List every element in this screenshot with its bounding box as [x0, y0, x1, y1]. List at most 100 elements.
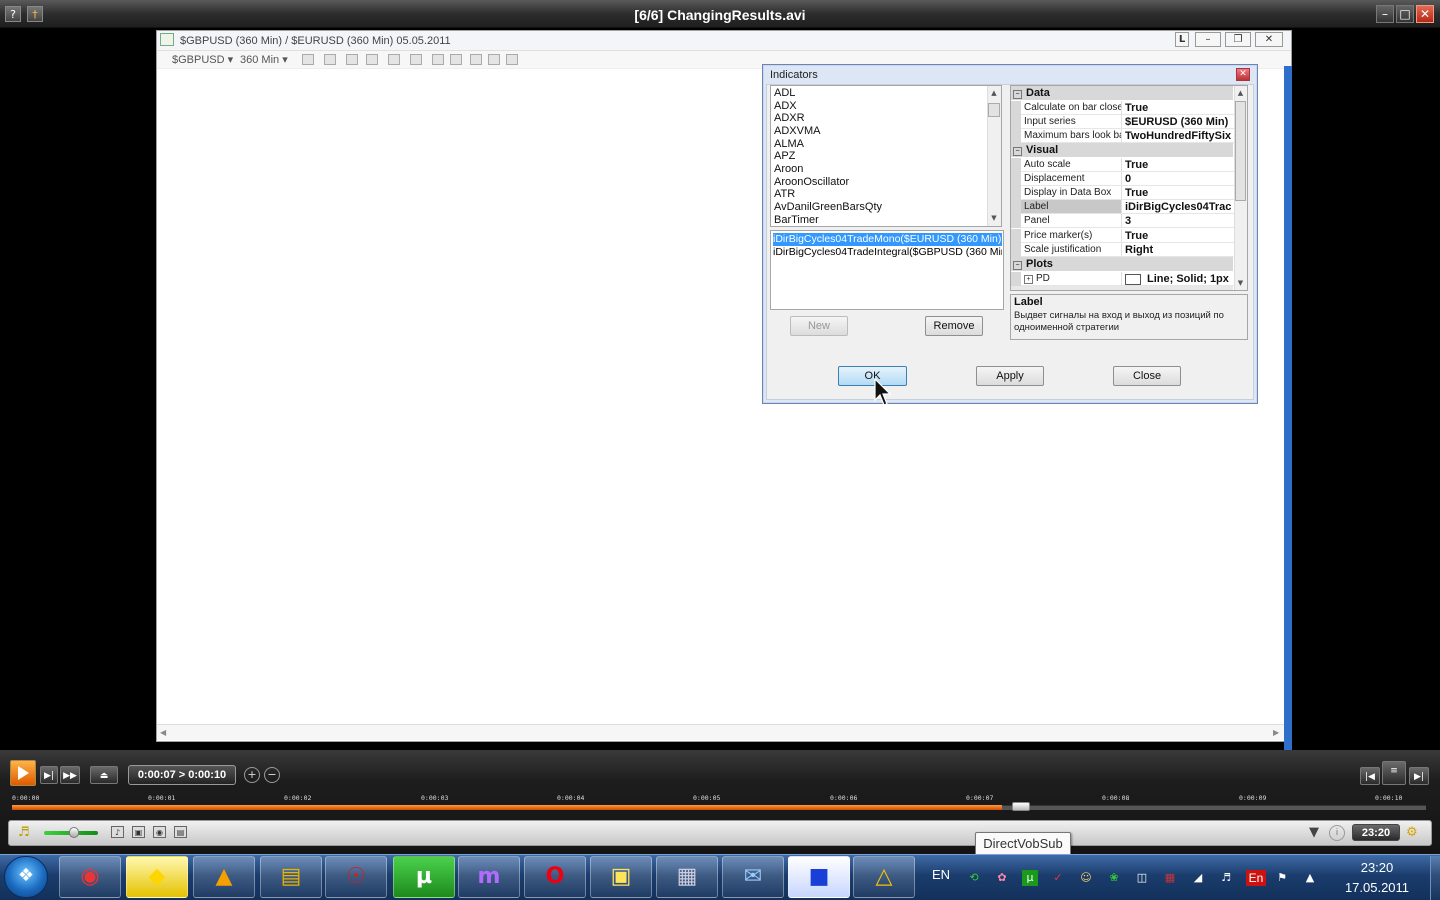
utorrent-icon[interactable]: µ: [393, 856, 455, 898]
list-item[interactable]: AvDanilGreenBarsQty: [774, 201, 882, 214]
list-item[interactable]: ATR: [774, 188, 795, 201]
list-item[interactable]: APZ: [774, 150, 795, 163]
property-name[interactable]: Calculate on bar close: [1021, 101, 1122, 115]
properties-icon[interactable]: [410, 54, 422, 65]
tray-app4-icon[interactable]: ❀: [1106, 870, 1122, 886]
chart-app-icon[interactable]: ▤: [260, 856, 322, 898]
info-icon[interactable]: i: [1329, 825, 1345, 841]
remove-button[interactable]: Remove: [925, 316, 983, 336]
apply-button[interactable]: Apply: [976, 366, 1044, 386]
category-visual[interactable]: − Visual: [1011, 143, 1233, 157]
chart-horizontal-scrollbar[interactable]: [157, 724, 1284, 740]
layout-button[interactable]: L: [1175, 32, 1189, 47]
scroll-down-icon[interactable]: ▼: [987, 212, 1001, 224]
property-name-selected[interactable]: Label: [1021, 200, 1122, 214]
list-item[interactable]: ADXR: [774, 112, 805, 125]
step-frame-button[interactable]: ▶|: [40, 766, 58, 784]
show-desktop-button[interactable]: [1430, 856, 1440, 900]
minimize-button[interactable]: –: [1376, 5, 1394, 23]
instrument-selector[interactable]: $GBPUSD ▾: [172, 52, 233, 68]
draw-line-icon[interactable]: [346, 54, 358, 65]
list-item[interactable]: BarTimer: [774, 214, 819, 227]
collapse-icon[interactable]: −: [1013, 90, 1022, 99]
ok-button[interactable]: OK: [838, 366, 907, 386]
eject-button[interactable]: ⏏: [90, 766, 118, 784]
tray-app-icon[interactable]: ✿: [994, 870, 1010, 886]
collapse-icon[interactable]: −: [1013, 261, 1022, 270]
category-data[interactable]: − Data: [1011, 86, 1233, 100]
zoom-icon[interactable]: [388, 54, 400, 65]
property-value[interactable]: True: [1122, 101, 1234, 115]
list-item[interactable]: ADL: [774, 87, 795, 100]
scroll-up-icon[interactable]: ▲: [987, 87, 1001, 99]
network-icon[interactable]: ▲: [1302, 870, 1318, 886]
app11-icon[interactable]: ✉: [722, 856, 784, 898]
next-icon[interactable]: ▶|: [1409, 767, 1429, 785]
scroll-down-icon[interactable]: ▼: [1234, 277, 1247, 289]
filter-icon[interactable]: ▼: [1309, 825, 1325, 841]
scroll-left-icon[interactable]: ◀: [160, 728, 166, 737]
close-dialog-button[interactable]: Close: [1113, 366, 1181, 386]
property-name[interactable]: Input series: [1021, 115, 1122, 129]
property-value[interactable]: $EURUSD (360 Min): [1122, 115, 1234, 129]
property-value[interactable]: iDirBigCycles04Trac: [1122, 200, 1234, 214]
zoom-out-icon[interactable]: −: [264, 767, 280, 783]
taskbar-date[interactable]: 17.05.2011: [1336, 880, 1418, 895]
property-value[interactable]: Right: [1122, 243, 1234, 257]
calculator-icon[interactable]: ▦: [656, 856, 718, 898]
tray-app7-icon[interactable]: ◢: [1190, 870, 1206, 886]
language-indicator[interactable]: EN: [926, 860, 956, 890]
new-button[interactable]: New: [790, 316, 848, 336]
strategies-icon[interactable]: [450, 54, 462, 65]
help-button[interactable]: ?: [5, 6, 21, 22]
audio-track-icon[interactable]: ♪: [111, 826, 124, 838]
property-name[interactable]: Scale justification: [1021, 243, 1122, 257]
property-name[interactable]: + PD: [1021, 272, 1122, 286]
speaker-icon[interactable]: ♬: [18, 825, 36, 841]
batman-icon[interactable]: ◆: [126, 856, 188, 898]
scroll-thumb[interactable]: [1235, 101, 1246, 201]
pencil-icon[interactable]: [324, 54, 336, 65]
volume-thumb[interactable]: [69, 827, 79, 838]
indicators-icon[interactable]: [432, 54, 444, 65]
tray-utorrent-icon[interactable]: µ: [1022, 870, 1038, 886]
flag-icon[interactable]: ⚑: [1274, 870, 1290, 886]
chrome-icon[interactable]: ◉: [59, 856, 121, 898]
maximize-button[interactable]: □: [1396, 5, 1414, 23]
scroll-thumb[interactable]: [988, 103, 1000, 117]
app5-icon[interactable]: ☉: [325, 856, 387, 898]
applied-item[interactable]: iDirBigCycles04TradeMono($EURUSD (360 Mi…: [773, 233, 1002, 246]
property-value[interactable]: Line; Solid; 1px: [1122, 272, 1234, 286]
property-value[interactable]: True: [1122, 229, 1234, 243]
fast-forward-button[interactable]: ▶▶: [60, 766, 80, 784]
chart-restore-button[interactable]: ❐: [1225, 32, 1251, 47]
chart-trader-icon[interactable]: [488, 54, 500, 65]
tray-app3-icon[interactable]: ☺: [1078, 870, 1094, 886]
volume-icon[interactable]: ♬: [1218, 870, 1234, 886]
collapse-icon[interactable]: −: [1013, 147, 1022, 156]
applied-item[interactable]: iDirBigCycles04TradeIntegral($GBPUSD (36…: [773, 246, 1002, 259]
property-value[interactable]: 3: [1122, 214, 1234, 228]
tray-app5-icon[interactable]: ◫: [1134, 870, 1150, 886]
property-name[interactable]: Displacement: [1021, 172, 1122, 186]
opera-icon[interactable]: O: [524, 856, 586, 898]
list-item[interactable]: ADXVMA: [774, 125, 820, 138]
notes-icon[interactable]: ▣: [590, 856, 652, 898]
app13-icon[interactable]: △: [853, 856, 915, 898]
scroll-right-icon[interactable]: ▶: [1273, 728, 1279, 737]
scroll-up-icon[interactable]: ▲: [1234, 87, 1247, 99]
property-name[interactable]: Display in Data Box: [1021, 186, 1122, 200]
taskbar-time[interactable]: 23:20: [1336, 860, 1418, 875]
expand-icon[interactable]: +: [1024, 275, 1033, 284]
dialog-close-icon[interactable]: ✕: [1236, 68, 1250, 81]
property-name[interactable]: Price marker(s): [1021, 229, 1122, 243]
play-button[interactable]: [10, 760, 36, 786]
bar-type-icon[interactable]: [302, 54, 314, 65]
data-box-icon[interactable]: [470, 54, 482, 65]
tray-language-icon[interactable]: En: [1246, 870, 1266, 886]
close-button[interactable]: ✕: [1416, 5, 1434, 23]
time-display[interactable]: 0:00:07 > 0:00:10: [128, 765, 236, 785]
subtitles-icon[interactable]: ▤: [174, 826, 187, 838]
draw-ray-icon[interactable]: [366, 54, 378, 65]
settings-icon[interactable]: ⚙: [1406, 825, 1422, 841]
